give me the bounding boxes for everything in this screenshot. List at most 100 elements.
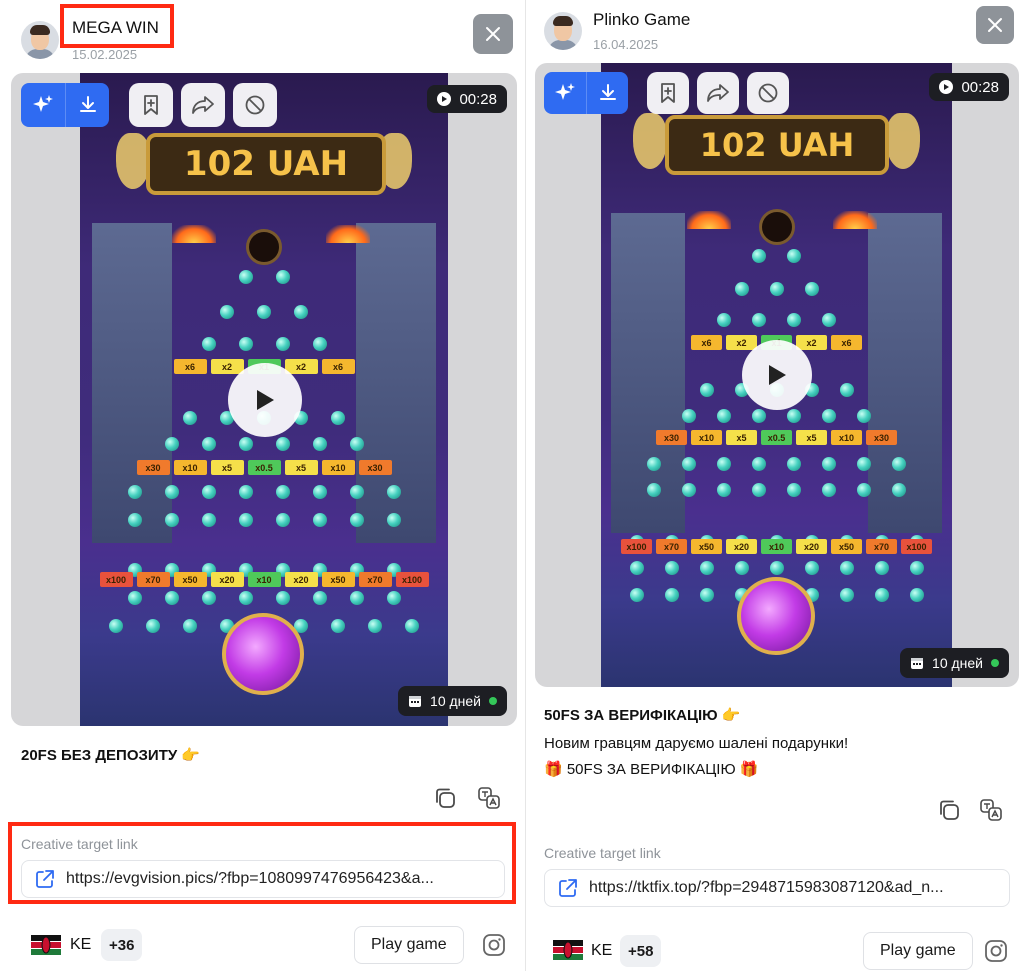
multiplier-chip: x5 (796, 430, 827, 445)
target-link-text[interactable]: https://evgvision.pics/?fbp=108099747695… (66, 870, 434, 888)
peg (127, 485, 142, 499)
link-label: Creative target link (21, 836, 138, 852)
peg (164, 485, 179, 499)
block-button[interactable] (233, 83, 277, 127)
peg (238, 437, 253, 451)
peg (769, 561, 784, 575)
save-button[interactable] (129, 83, 173, 127)
multiplier-chip: x2 (796, 335, 827, 350)
peg (331, 411, 345, 425)
peg (892, 483, 906, 497)
multiplier-chip: x0.5 (761, 430, 792, 445)
peg (386, 513, 401, 527)
creative-media[interactable]: 102 UAH x6x2x1x2x6x30x10x5x0.5x5x10x30x1… (535, 63, 1019, 687)
close-button[interactable] (976, 6, 1014, 44)
peg (220, 305, 234, 319)
peg (682, 457, 696, 471)
peg (312, 337, 327, 351)
instagram-icon[interactable] (984, 939, 1008, 963)
peg (874, 561, 889, 575)
multiplier-chip: x5 (726, 430, 757, 445)
share-button[interactable] (697, 72, 739, 114)
instagram-icon[interactable] (482, 933, 506, 957)
peg (201, 591, 216, 605)
download-icon (79, 96, 96, 112)
peg (822, 457, 836, 471)
ai-sparkle-icon (555, 83, 575, 100)
play-video-button[interactable] (742, 340, 812, 410)
play-video-button[interactable] (228, 363, 302, 437)
multiplier-chip: x30 (358, 460, 392, 475)
advertiser-name: Plinko Game (593, 10, 691, 29)
peg (839, 383, 854, 397)
play-game-button[interactable]: Play game (863, 932, 973, 970)
target-link-field[interactable]: https://tktfix.top/?fbp=2948715983087120… (544, 869, 1010, 907)
peg (822, 409, 836, 423)
peg (874, 588, 889, 602)
peg (183, 619, 197, 633)
peg (312, 485, 327, 499)
peg (822, 483, 836, 497)
game-ball (222, 613, 304, 695)
peg (909, 588, 924, 602)
ai-analyze-button[interactable] (544, 72, 586, 114)
copy-icon[interactable] (432, 785, 458, 811)
peg (769, 282, 784, 296)
multiplier-chip: x100 (901, 539, 932, 554)
peg (201, 337, 216, 351)
multiplier-chip: x20 (726, 539, 757, 554)
download-button[interactable] (65, 83, 109, 127)
peg (647, 483, 661, 497)
save-button[interactable] (647, 72, 689, 114)
peg (368, 619, 382, 633)
close-icon (988, 18, 1002, 32)
target-link-text[interactable]: https://tktfix.top/?fbp=2948715983087120… (589, 879, 944, 897)
ad-card: MEGA WIN 15.02.2025 102 UAH x6x2x1x2x6x3… (0, 0, 526, 971)
peg (238, 337, 253, 351)
download-button[interactable] (586, 72, 628, 114)
avatar (21, 21, 59, 59)
multiplier-chip: x6 (321, 359, 355, 374)
link-label: Creative target link (544, 845, 661, 861)
copy-icon[interactable] (936, 797, 962, 823)
play-game-button[interactable]: Play game (354, 926, 464, 964)
creative-media[interactable]: 102 UAH x6x2x1x2x6x30x10x5x0.5x5x10x30x1… (11, 73, 517, 726)
peg (804, 282, 819, 296)
ai-analyze-button[interactable] (21, 83, 65, 127)
peg (386, 591, 401, 605)
more-countries-badge[interactable]: +36 (101, 929, 143, 961)
ad-caption: 20FS БЕЗ ДЕПОЗИТУ 👉 (21, 747, 201, 764)
download-icon (599, 84, 616, 100)
peg (294, 305, 308, 319)
peg (349, 591, 364, 605)
close-button[interactable] (473, 14, 513, 54)
game-ball (737, 577, 815, 655)
duration-text: 00:28 (459, 90, 497, 108)
translate-icon[interactable] (476, 785, 502, 811)
multiplier-chip: x2 (210, 359, 244, 374)
peg (787, 457, 801, 471)
target-link-field[interactable]: https://evgvision.pics/?fbp=108099747695… (21, 860, 505, 898)
multiplier-chip: x10 (691, 430, 722, 445)
multiplier-chip: x100 (99, 572, 133, 587)
peg (275, 270, 290, 284)
active-status-dot (489, 697, 497, 705)
share-icon (707, 84, 729, 102)
block-button[interactable] (747, 72, 789, 114)
peg (909, 561, 924, 575)
multiplier-chip: x70 (866, 539, 897, 554)
peg (857, 483, 871, 497)
peg (752, 457, 766, 471)
share-button[interactable] (181, 83, 225, 127)
peg (201, 485, 216, 499)
block-icon (245, 95, 265, 115)
translate-icon[interactable] (978, 797, 1004, 823)
play-icon (257, 390, 274, 410)
ball-drop-hole (759, 209, 795, 245)
multiplier-chip: x50 (321, 572, 355, 587)
multiplier-chip: x10 (321, 460, 355, 475)
more-countries-badge[interactable]: +58 (620, 935, 662, 967)
peg (682, 483, 696, 497)
peg (349, 485, 364, 499)
multiplier-chip: x5 (210, 460, 244, 475)
